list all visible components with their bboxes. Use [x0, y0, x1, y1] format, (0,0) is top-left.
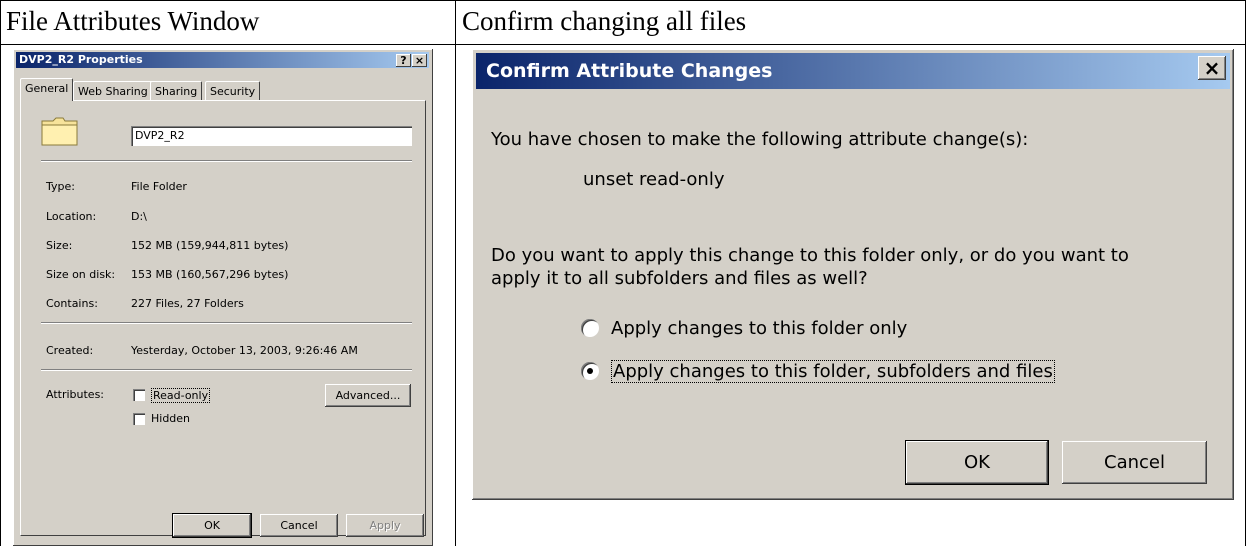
- folder-icon: [41, 117, 78, 146]
- properties-title: DVP2_R2 Properties: [19, 53, 143, 66]
- size-label: Size:: [46, 239, 73, 252]
- radio-folder-only[interactable]: [581, 319, 599, 337]
- option-all-label[interactable]: Apply changes to this folder, subfolders…: [611, 360, 1055, 383]
- close-button[interactable]: ×: [412, 54, 427, 67]
- readonly-label[interactable]: Read-only: [151, 388, 211, 403]
- tab-web-sharing[interactable]: Web Sharing: [73, 81, 153, 101]
- type-label: Type:: [46, 180, 75, 193]
- properties-dialog: DVP2_R2 Properties ? × General Web Shari…: [13, 49, 433, 546]
- tab-sharing[interactable]: Sharing: [150, 81, 203, 101]
- separator-1: [41, 160, 412, 162]
- confirm-cancel-button[interactable]: Cancel: [1062, 441, 1207, 484]
- hidden-checkbox[interactable]: [133, 413, 145, 425]
- change-text: unset read-only: [583, 169, 725, 190]
- separator-3: [41, 369, 412, 371]
- question-line-2: apply it to all subfolders and files as …: [491, 268, 868, 289]
- table-border-left: [0, 0, 1, 546]
- tab-security[interactable]: Security: [205, 81, 261, 101]
- radio-selected-dot: [587, 368, 593, 374]
- location-label: Location:: [46, 210, 97, 223]
- location-value: D:\: [131, 210, 147, 223]
- separator-2: [41, 322, 412, 324]
- table-border-middle: [0, 44, 1246, 45]
- size-on-disk-label: Size on disk:: [46, 268, 116, 281]
- advanced-button[interactable]: Advanced...: [325, 384, 411, 407]
- table-border-center: [455, 0, 456, 546]
- intro-text: You have chosen to make the following at…: [491, 129, 1029, 150]
- confirm-title: Confirm Attribute Changes: [486, 60, 773, 82]
- contains-label: Contains:: [46, 297, 98, 310]
- created-label: Created:: [46, 344, 94, 357]
- size-value: 152 MB (159,944,811 bytes): [131, 239, 289, 252]
- help-button[interactable]: ?: [396, 54, 411, 67]
- confirm-close-button[interactable]: ×: [1198, 56, 1226, 80]
- folder-name-input[interactable]: DVP2_R2: [131, 126, 412, 146]
- right-heading: Confirm changing all files: [462, 6, 747, 36]
- created-value: Yesterday, October 13, 2003, 9:26:46 AM: [131, 344, 358, 357]
- general-tab-panel: [20, 100, 426, 536]
- readonly-checkbox[interactable]: [133, 389, 145, 401]
- confirm-ok-button[interactable]: OK: [906, 441, 1048, 484]
- confirm-dialog: Confirm Attribute Changes × You have cho…: [472, 49, 1234, 500]
- confirm-titlebar: Confirm Attribute Changes: [476, 53, 1230, 89]
- left-heading: File Attributes Window: [6, 6, 260, 36]
- table-border-right: [1245, 0, 1246, 546]
- table-border-top: [0, 0, 1246, 1]
- ok-button[interactable]: OK: [173, 514, 251, 537]
- attributes-label: Attributes:: [46, 388, 105, 401]
- size-on-disk-value: 153 MB (160,567,296 bytes): [131, 268, 289, 281]
- option-folder-only-label[interactable]: Apply changes to this folder only: [611, 318, 907, 339]
- hidden-label[interactable]: Hidden: [151, 412, 190, 425]
- radio-all-subfolders[interactable]: [581, 362, 599, 380]
- question-line-1: Do you want to apply this change to this…: [491, 245, 1129, 266]
- apply-button[interactable]: Apply: [346, 514, 424, 537]
- type-value: File Folder: [131, 180, 187, 193]
- tab-general[interactable]: General: [20, 78, 74, 101]
- cancel-button[interactable]: Cancel: [260, 514, 338, 537]
- properties-titlebar: DVP2_R2 Properties ? ×: [16, 52, 429, 68]
- contains-value: 227 Files, 27 Folders: [131, 297, 244, 310]
